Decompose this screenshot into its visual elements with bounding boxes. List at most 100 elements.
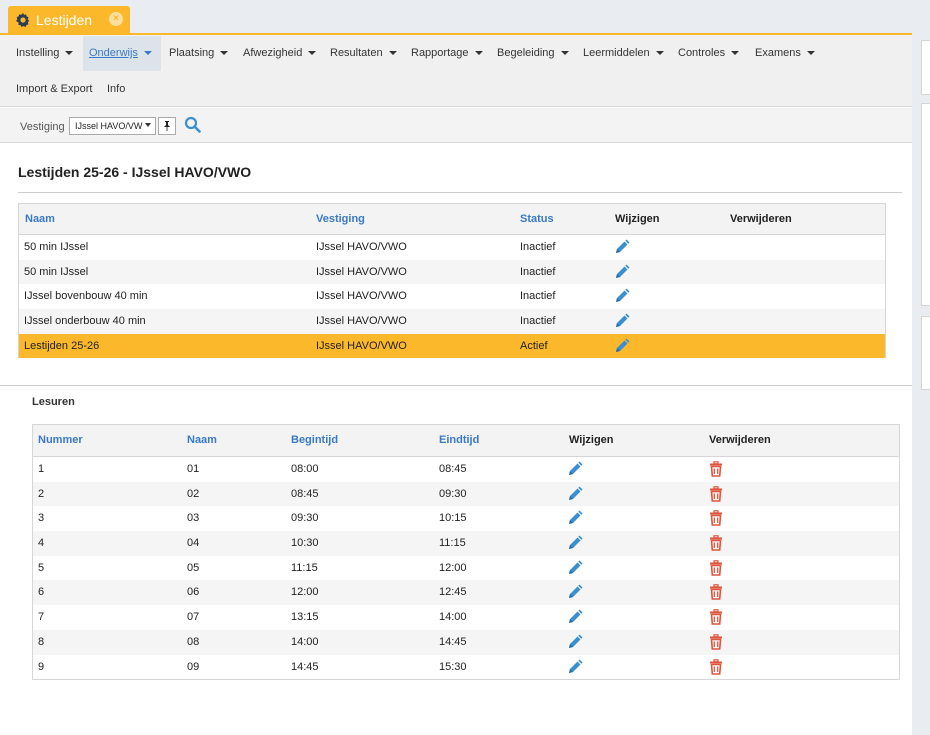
menu-label: Rapportage bbox=[411, 47, 469, 59]
cell-vestiging: IJssel HAVO/VWO bbox=[316, 339, 407, 352]
chevron-down-icon bbox=[220, 51, 229, 56]
menu-instelling[interactable]: Instelling bbox=[10, 36, 79, 71]
cell-begintijd: 09:30 bbox=[291, 512, 319, 525]
trash-icon[interactable] bbox=[708, 461, 724, 477]
pencil-icon[interactable] bbox=[567, 461, 583, 477]
chevron-down-icon bbox=[560, 51, 569, 56]
tab-lestijden[interactable]: Lestijden × bbox=[8, 6, 130, 33]
column-header-naam[interactable]: Naam bbox=[187, 434, 217, 446]
menu-import-export[interactable]: Import & Export bbox=[10, 72, 98, 107]
cell-status: Inactief bbox=[520, 265, 556, 278]
chevron-down-icon bbox=[143, 51, 152, 56]
chevron-down-icon bbox=[388, 51, 397, 56]
menu-controles[interactable]: Controles bbox=[672, 36, 745, 71]
table-row[interactable]: 6 06 12:00 12:45 bbox=[33, 580, 899, 606]
pencil-icon[interactable] bbox=[567, 634, 583, 650]
column-header-nummer[interactable]: Nummer bbox=[38, 434, 83, 446]
menu-leermiddelen[interactable]: Leermiddelen bbox=[577, 36, 670, 71]
menu-label: Begeleiding bbox=[497, 47, 555, 59]
menu-examens[interactable]: Examens bbox=[749, 36, 821, 71]
menu-rapportage[interactable]: Rapportage bbox=[405, 36, 489, 71]
menu-onderwijs[interactable]: Onderwijs bbox=[83, 36, 161, 71]
table-row[interactable]: IJssel onderbouw 40 min IJssel HAVO/VWO In… bbox=[19, 309, 885, 334]
trash-icon[interactable] bbox=[708, 584, 724, 601]
cell-nummer: 2 bbox=[38, 487, 45, 500]
trash-icon[interactable] bbox=[708, 658, 724, 675]
table-row[interactable]: 50 min IJssel IJssel HAVO/VWO Inactief bbox=[19, 235, 885, 260]
table-row[interactable]: 9 09 14:45 15:30 bbox=[33, 655, 899, 680]
pencil-icon[interactable] bbox=[614, 288, 630, 304]
cell-naam: IJssel bovenbouw 40 min bbox=[24, 290, 148, 303]
table-row[interactable]: 3 03 09:30 10:15 bbox=[33, 506, 899, 531]
cell-eindtijd: 08:45 bbox=[439, 463, 467, 475]
pencil-icon[interactable] bbox=[567, 659, 583, 675]
pencil-icon[interactable] bbox=[567, 486, 583, 502]
cell-vestiging: IJssel HAVO/VWO bbox=[316, 265, 407, 278]
table-row[interactable]: 1 01 08:00 08:45 bbox=[33, 457, 899, 482]
column-header-verwijderen: Verwijderen bbox=[730, 213, 792, 225]
menu-plaatsing[interactable]: Plaatsing bbox=[163, 36, 234, 71]
cell-nummer: 9 bbox=[38, 660, 45, 673]
pencil-icon[interactable] bbox=[614, 264, 630, 280]
filter-toolbar: Vestiging IJssel HAVO/VW bbox=[0, 108, 912, 143]
menu-label: Controles bbox=[678, 47, 726, 59]
menu-afwezigheid[interactable]: Afwezigheid bbox=[237, 36, 322, 71]
search-icon[interactable] bbox=[184, 116, 202, 134]
trash-icon[interactable] bbox=[708, 535, 724, 551]
cell-begintijd: 08:00 bbox=[291, 463, 319, 475]
trash-icon[interactable] bbox=[708, 510, 724, 527]
table-row[interactable]: 4 04 10:30 11:15 bbox=[33, 531, 899, 556]
side-panel-edge bbox=[921, 40, 930, 735]
table-row[interactable]: 7 07 13:15 14:00 bbox=[33, 605, 899, 630]
column-header-begintijd[interactable]: Begintijd bbox=[291, 434, 338, 446]
cell-begintijd: 14:00 bbox=[291, 635, 319, 648]
table-row[interactable]: Lestijden 25-26 IJssel HAVO/VWO Actief bbox=[19, 333, 885, 359]
side-card bbox=[921, 103, 930, 306]
menu-label: Onderwijs bbox=[89, 47, 138, 59]
cell-begintijd: 08:45 bbox=[291, 487, 319, 500]
table-row[interactable]: 2 02 08:45 09:30 bbox=[33, 481, 899, 507]
main-menu: Instelling Onderwijs Plaatsing Afwezighe… bbox=[0, 35, 912, 107]
vestiging-select[interactable]: IJssel HAVO/VW bbox=[69, 117, 156, 135]
trash-icon[interactable] bbox=[708, 485, 724, 502]
pencil-icon[interactable] bbox=[567, 609, 583, 625]
cell-nummer: 5 bbox=[38, 561, 45, 574]
column-header-naam[interactable]: Naam bbox=[25, 213, 55, 225]
cell-status: Inactief bbox=[520, 290, 556, 303]
pencil-icon[interactable] bbox=[614, 313, 630, 329]
table-row[interactable]: 5 05 11:15 12:00 bbox=[33, 556, 899, 581]
pencil-icon[interactable] bbox=[567, 584, 583, 600]
divider bbox=[0, 385, 912, 386]
table-row[interactable]: 50 min IJssel IJssel HAVO/VWO Inactief bbox=[19, 259, 885, 285]
menu-resultaten[interactable]: Resultaten bbox=[324, 36, 403, 71]
close-icon[interactable]: × bbox=[109, 12, 123, 26]
pencil-icon[interactable] bbox=[567, 510, 583, 526]
table-row[interactable]: IJssel bovenbouw 40 min IJssel HAVO/VWO In… bbox=[19, 284, 885, 309]
main-panel: Instelling Onderwijs Plaatsing Afwezighe… bbox=[0, 33, 912, 735]
pencil-icon[interactable] bbox=[567, 535, 583, 551]
table-header: Naam Vestiging Status Wijzigen Verwijder… bbox=[19, 204, 885, 235]
cell-eindtijd: 10:15 bbox=[439, 512, 467, 525]
tab-title: Lestijden bbox=[36, 11, 93, 28]
trash-icon[interactable] bbox=[708, 559, 724, 576]
pencil-icon[interactable] bbox=[614, 338, 630, 354]
menu-label: Plaatsing bbox=[169, 47, 215, 59]
gear-icon bbox=[16, 12, 30, 27]
menu-begeleiding[interactable]: Begeleiding bbox=[491, 36, 575, 71]
trash-icon[interactable] bbox=[708, 609, 724, 625]
pencil-icon[interactable] bbox=[614, 239, 630, 255]
pencil-icon[interactable] bbox=[567, 560, 583, 576]
cell-begintijd: 11:15 bbox=[291, 561, 318, 574]
menu-label: Leermiddelen bbox=[583, 47, 650, 59]
cell-naam: 03 bbox=[187, 512, 200, 525]
trash-icon[interactable] bbox=[708, 634, 724, 650]
column-header-status[interactable]: Status bbox=[520, 213, 554, 225]
menu-info[interactable]: Info bbox=[101, 72, 131, 107]
column-header-eindtijd[interactable]: Eindtijd bbox=[439, 434, 479, 446]
side-card bbox=[921, 316, 930, 390]
table-row[interactable]: 8 08 14:00 14:45 bbox=[33, 629, 899, 655]
column-header-vestiging[interactable]: Vestiging bbox=[316, 213, 365, 225]
cell-vestiging: IJssel HAVO/VWO bbox=[316, 290, 407, 303]
pin-button[interactable] bbox=[158, 117, 176, 135]
cell-nummer: 4 bbox=[38, 537, 45, 550]
